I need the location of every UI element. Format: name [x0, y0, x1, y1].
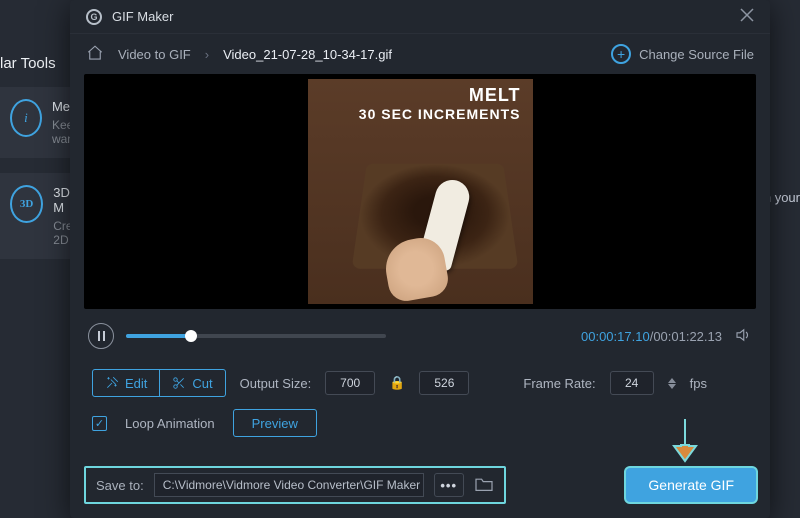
gif-maker-dialog: G GIF Maker Video to GIF › Video_21-07-2… [70, 0, 770, 518]
frame-rate-label: Frame Rate: [523, 376, 595, 391]
cut-button[interactable]: Cut [160, 369, 225, 397]
lock-icon[interactable]: 🔒 [389, 375, 405, 391]
home-icon[interactable] [86, 44, 104, 65]
current-time: 00:00:17.10 [581, 329, 650, 344]
close-button[interactable] [740, 8, 754, 25]
edit-button[interactable]: Edit [92, 369, 160, 397]
breadcrumb-file: Video_21-07-28_10-34-17.gif [223, 47, 392, 62]
loop-checkbox[interactable]: ✓ [92, 416, 107, 431]
overlay-line1: MELT [359, 85, 521, 106]
open-folder-button[interactable] [474, 476, 494, 495]
app-logo-icon: G [86, 9, 102, 25]
volume-button[interactable] [734, 326, 752, 347]
frame-rate-input[interactable] [610, 371, 654, 395]
3d-icon: 3D [10, 185, 43, 223]
save-to-label: Save to: [96, 478, 144, 493]
output-height-input[interactable] [419, 371, 469, 395]
info-icon: i [10, 99, 42, 137]
chevron-right-icon: › [205, 47, 209, 62]
save-path-field[interactable]: C:\Vidmore\Vidmore Video Converter\GIF M… [154, 473, 424, 497]
pause-icon [98, 331, 105, 341]
seek-slider[interactable] [126, 334, 386, 338]
preview-button[interactable]: Preview [233, 409, 317, 437]
overlay-line2: 30 SEC INCREMENTS [359, 106, 521, 122]
pause-button[interactable] [88, 323, 114, 349]
change-source-button[interactable]: + Change Source File [611, 44, 754, 64]
plus-circle-icon: + [611, 44, 631, 64]
browse-button[interactable]: ••• [434, 473, 464, 497]
generate-gif-button[interactable]: Generate GIF [626, 468, 756, 502]
scissors-icon [172, 376, 186, 390]
frame-rate-stepper[interactable] [668, 378, 676, 389]
output-size-label: Output Size: [240, 376, 312, 391]
loop-label: Loop Animation [125, 416, 215, 431]
output-width-input[interactable] [325, 371, 375, 395]
dialog-title: GIF Maker [112, 9, 173, 24]
save-to-panel: Save to: C:\Vidmore\Vidmore Video Conver… [84, 466, 506, 504]
time-display: 00:00:17.10/00:01:22.13 [581, 329, 722, 344]
breadcrumb-root[interactable]: Video to GIF [118, 47, 191, 62]
fps-label: fps [690, 376, 707, 391]
wand-icon [105, 376, 119, 390]
change-source-label: Change Source File [639, 47, 754, 62]
video-preview: MELT 30 SEC INCREMENTS [84, 74, 756, 309]
